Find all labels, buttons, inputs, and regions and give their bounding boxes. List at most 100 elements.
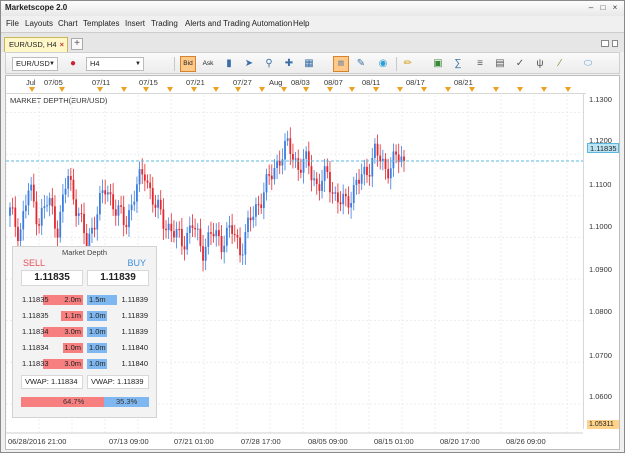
event-marker-icon[interactable] (303, 87, 309, 92)
restore-pane-icon[interactable] (601, 40, 609, 47)
depth-row-buy[interactable]: 1.0m 1.11840 (87, 342, 149, 354)
chat-icon[interactable]: ✎ (354, 57, 368, 71)
menu-layouts[interactable]: Layouts (25, 19, 53, 28)
buy-price-button[interactable]: 1.11839 (87, 270, 149, 286)
candle-body (210, 232, 212, 234)
event-marker-icon[interactable] (29, 87, 35, 92)
candle-body (99, 192, 101, 215)
candle-body (19, 229, 22, 242)
menu-insert[interactable]: Insert (125, 19, 145, 28)
candle-body (178, 228, 181, 230)
candle-body (249, 217, 252, 221)
event-marker-icon[interactable] (373, 87, 379, 92)
menu-file[interactable]: File (6, 19, 19, 28)
event-marker-icon[interactable] (327, 87, 333, 92)
event-marker-icon[interactable] (469, 87, 475, 92)
current-price-tag: 1.11835 (587, 143, 619, 153)
depth-row-sell[interactable]: 1.11835 2.0m (21, 294, 83, 306)
depth-row-buy[interactable]: 1.0m 1.11840 (87, 358, 149, 370)
buy-label: BUY (127, 258, 146, 268)
menu-templates[interactable]: Templates (83, 19, 119, 28)
event-marker-icon[interactable] (235, 87, 241, 92)
event-marker-icon[interactable] (59, 87, 65, 92)
candles-icon[interactable]: ▮ (222, 57, 236, 71)
flag-icon[interactable]: ● (66, 57, 80, 71)
menu-trading[interactable]: Trading (151, 19, 178, 28)
close-tab-icon[interactable]: × (60, 38, 64, 51)
close-pane-icon[interactable] (612, 40, 618, 47)
bid-button[interactable]: Bid (180, 56, 196, 72)
price-label: 1.0700 (589, 351, 612, 360)
candle-body (236, 234, 239, 238)
market-depth-icon[interactable]: ▤ (333, 56, 349, 72)
indicator-icon[interactable]: ∑ (451, 57, 465, 71)
menu-help[interactable]: Help (293, 19, 309, 28)
timeframe-select[interactable]: H4 ▼ (86, 57, 144, 71)
bars-icon[interactable]: ▤ (493, 57, 507, 71)
candle-body (318, 184, 321, 191)
tab-eurusd-h4[interactable]: EUR/USD, H4 × (4, 37, 68, 52)
candle-body (80, 213, 83, 215)
pencil-icon[interactable]: ✏ (401, 57, 415, 71)
shapes-icon[interactable]: ⬭ (581, 57, 595, 71)
buy-depth-volume: 1.0m (89, 327, 106, 336)
event-marker-icon[interactable] (493, 87, 499, 92)
minimize-button[interactable]: – (586, 3, 596, 13)
event-marker-icon[interactable] (541, 87, 547, 92)
depth-row-sell[interactable]: 1.11833 3.0m (21, 358, 83, 370)
event-marker-icon[interactable] (517, 87, 523, 92)
ask-button[interactable]: Ask (200, 56, 216, 72)
event-marker-icon[interactable] (143, 87, 149, 92)
depth-row-buy[interactable]: 1.0m 1.11839 (87, 326, 149, 338)
depth-row-sell[interactable]: 1.11834 1.0m (21, 342, 83, 354)
draw-tools-icon[interactable]: ✓ (513, 57, 527, 71)
buy-depth-volume: 1.0m (89, 359, 106, 368)
cursor-icon[interactable]: ➤ (242, 57, 256, 71)
text-tool-icon[interactable]: ψ (533, 57, 547, 71)
candle-body (233, 233, 236, 235)
event-marker-icon[interactable] (445, 87, 451, 92)
toolbar-separator (396, 57, 397, 71)
menu-alerts[interactable]: Alerts and Trading Automation (185, 19, 292, 28)
crosshair-icon[interactable]: ✚ (282, 57, 296, 71)
toolbar-separator (174, 57, 175, 71)
candle-body (368, 175, 371, 177)
price-label: 1.1100 (589, 180, 612, 189)
candle-body (101, 190, 104, 193)
trendline-icon[interactable]: ∕ (553, 57, 567, 71)
event-marker-icon[interactable] (97, 87, 103, 92)
app-window: Marketscope 2.0 – □ × File Layouts Chart… (0, 0, 625, 453)
event-marker-icon[interactable] (191, 87, 197, 92)
depth-row-buy[interactable]: 1.5m 1.11839 (87, 294, 149, 306)
candle-body (186, 232, 189, 250)
candle-body (297, 158, 300, 170)
symbol-select[interactable]: EUR/USD ▼ (12, 57, 58, 71)
event-marker-icon[interactable] (397, 87, 403, 92)
close-button[interactable]: × (610, 3, 620, 13)
candle-body (146, 180, 149, 183)
event-marker-icon[interactable] (213, 87, 219, 92)
lines-icon[interactable]: ≡ (473, 57, 487, 71)
image-icon[interactable]: ▣ (431, 57, 445, 71)
event-marker-icon[interactable] (565, 87, 571, 92)
candle-body (244, 232, 247, 255)
zoom-icon[interactable]: ⚲ (262, 57, 276, 71)
globe-icon[interactable]: ◉ (376, 57, 390, 71)
event-marker-icon[interactable] (281, 87, 287, 92)
maximize-button[interactable]: □ (598, 3, 608, 13)
depth-row-sell[interactable]: 1.11834 3.0m (21, 326, 83, 338)
event-marker-icon[interactable] (121, 87, 127, 92)
event-marker-icon[interactable] (421, 87, 427, 92)
grid-icon[interactable]: ▦ (302, 57, 316, 71)
menu-chart[interactable]: Chart (58, 19, 78, 28)
date-scroll-bar[interactable]: Jul 07/05 07/11 07/15 07/21 07/27 Aug 08… (6, 76, 586, 94)
event-marker-icon[interactable] (349, 87, 355, 92)
depth-row-buy[interactable]: 1.0m 1.11839 (87, 310, 149, 322)
buy-depth-price: 1.11840 (121, 343, 148, 352)
event-marker-icon[interactable] (167, 87, 173, 92)
candle-body (355, 179, 358, 185)
add-tab-button[interactable]: + (71, 38, 83, 50)
event-marker-icon[interactable] (259, 87, 265, 92)
sell-price-button[interactable]: 1.11835 (21, 270, 83, 286)
depth-row-sell[interactable]: 1.11835 1.1m (21, 310, 83, 322)
